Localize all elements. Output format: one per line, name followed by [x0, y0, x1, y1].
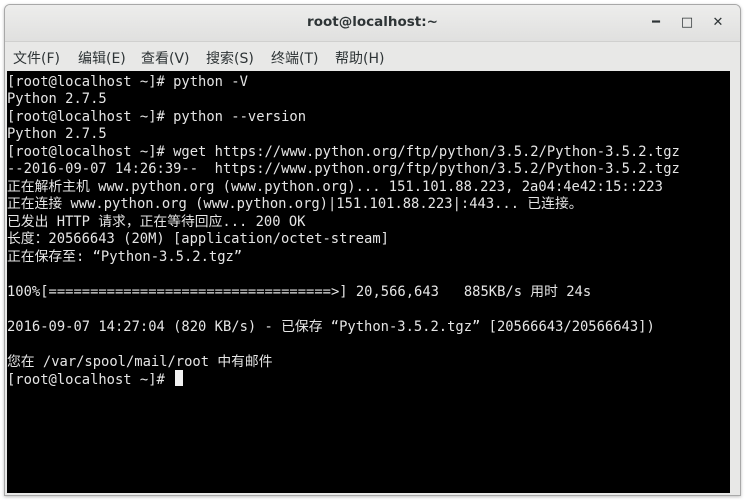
menu-terminal[interactable]: 终端(T) [271, 48, 318, 68]
maximize-icon[interactable]: □ [677, 13, 697, 33]
terminal-line: 您在 /var/spool/mail/root 中有邮件 [7, 354, 273, 370]
window-title: root@localhost:~ [307, 14, 438, 30]
minimize-icon[interactable]: ━ [646, 13, 666, 33]
menu-edit[interactable]: 编辑(E) [78, 48, 126, 68]
prompt-text: [root@localhost ~]# [7, 372, 174, 388]
terminal-line: Python 2.7.5 [7, 91, 107, 107]
menu-help[interactable]: 帮助(H) [335, 48, 384, 68]
terminal-line: [root@localhost ~]# wget https://www.pyt… [7, 144, 680, 160]
scrollbar[interactable] [732, 71, 740, 493]
prompt-line[interactable]: [root@localhost ~]# [7, 370, 184, 388]
terminal-line: [root@localhost ~]# python -V [7, 74, 248, 90]
progress-line: 100%[==================================>… [7, 284, 592, 300]
terminal-output[interactable]: [root@localhost ~]# python -V Python 2.7… [7, 71, 730, 493]
title-bar[interactable]: root@localhost:~ ━ □ ✕ [5, 5, 740, 42]
terminal-line: 长度：20566643 (20M) [application/octet-str… [7, 231, 389, 247]
terminal-line: 正在解析主机 www.python.org (www.python.org)..… [7, 179, 663, 195]
text-cursor [175, 370, 184, 386]
menu-search[interactable]: 搜索(S) [206, 48, 254, 68]
menu-view[interactable]: 查看(V) [141, 48, 190, 68]
close-icon[interactable]: ✕ [708, 13, 728, 33]
terminal-line: 2016-09-07 14:27:04 (820 KB/s) - 已保存 “Py… [7, 319, 655, 335]
menu-bar: 文件(F) 编辑(E) 查看(V) 搜索(S) 终端(T) 帮助(H) [5, 42, 740, 71]
terminal-line: 正在保存至: “Python-3.5.2.tgz” [7, 249, 243, 265]
terminal-line: [root@localhost ~]# python --version [7, 109, 307, 125]
terminal-line: Python 2.7.5 [7, 126, 107, 142]
menu-file[interactable]: 文件(F) [13, 48, 60, 68]
terminal-window: root@localhost:~ ━ □ ✕ 文件(F) 编辑(E) 查看(V)… [4, 4, 741, 496]
terminal-line: 正在连接 www.python.org (www.python.org)|151… [7, 196, 583, 212]
terminal-line: 已发出 HTTP 请求，正在等待回应... 200 OK [7, 214, 306, 230]
terminal-line: --2016-09-07 14:26:39-- https://www.pyth… [7, 161, 680, 177]
